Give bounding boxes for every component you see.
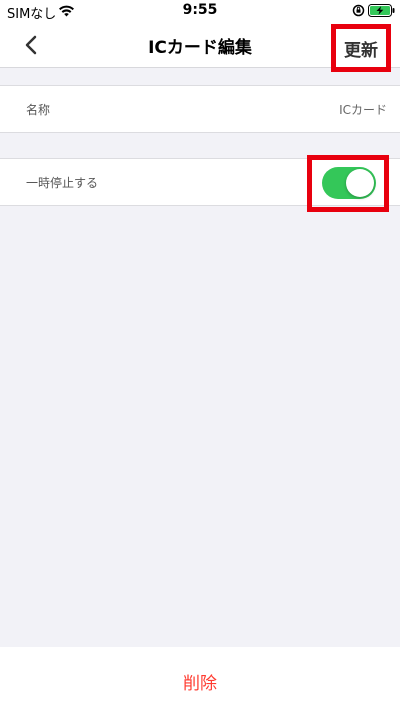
name-label: 名称 xyxy=(26,103,51,117)
lock-rotation-icon xyxy=(352,4,365,17)
footer: 削除 xyxy=(0,647,400,711)
name-row[interactable]: 名称 ICカード xyxy=(0,85,400,133)
pause-row: 一時停止する xyxy=(0,155,400,212)
toggle-knob xyxy=(346,169,374,197)
update-button[interactable]: 更新 xyxy=(331,24,391,72)
pause-toggle[interactable] xyxy=(322,167,376,199)
status-bar: SIMなし 9:55 xyxy=(0,0,400,22)
battery-charging-icon xyxy=(368,4,395,17)
status-time: 9:55 xyxy=(182,2,218,18)
delete-button[interactable]: 削除 xyxy=(0,669,400,694)
pause-label: 一時停止する xyxy=(26,176,99,190)
nav-bar: ICカード編集 更新 xyxy=(0,22,400,72)
name-value: ICカード xyxy=(339,103,387,117)
